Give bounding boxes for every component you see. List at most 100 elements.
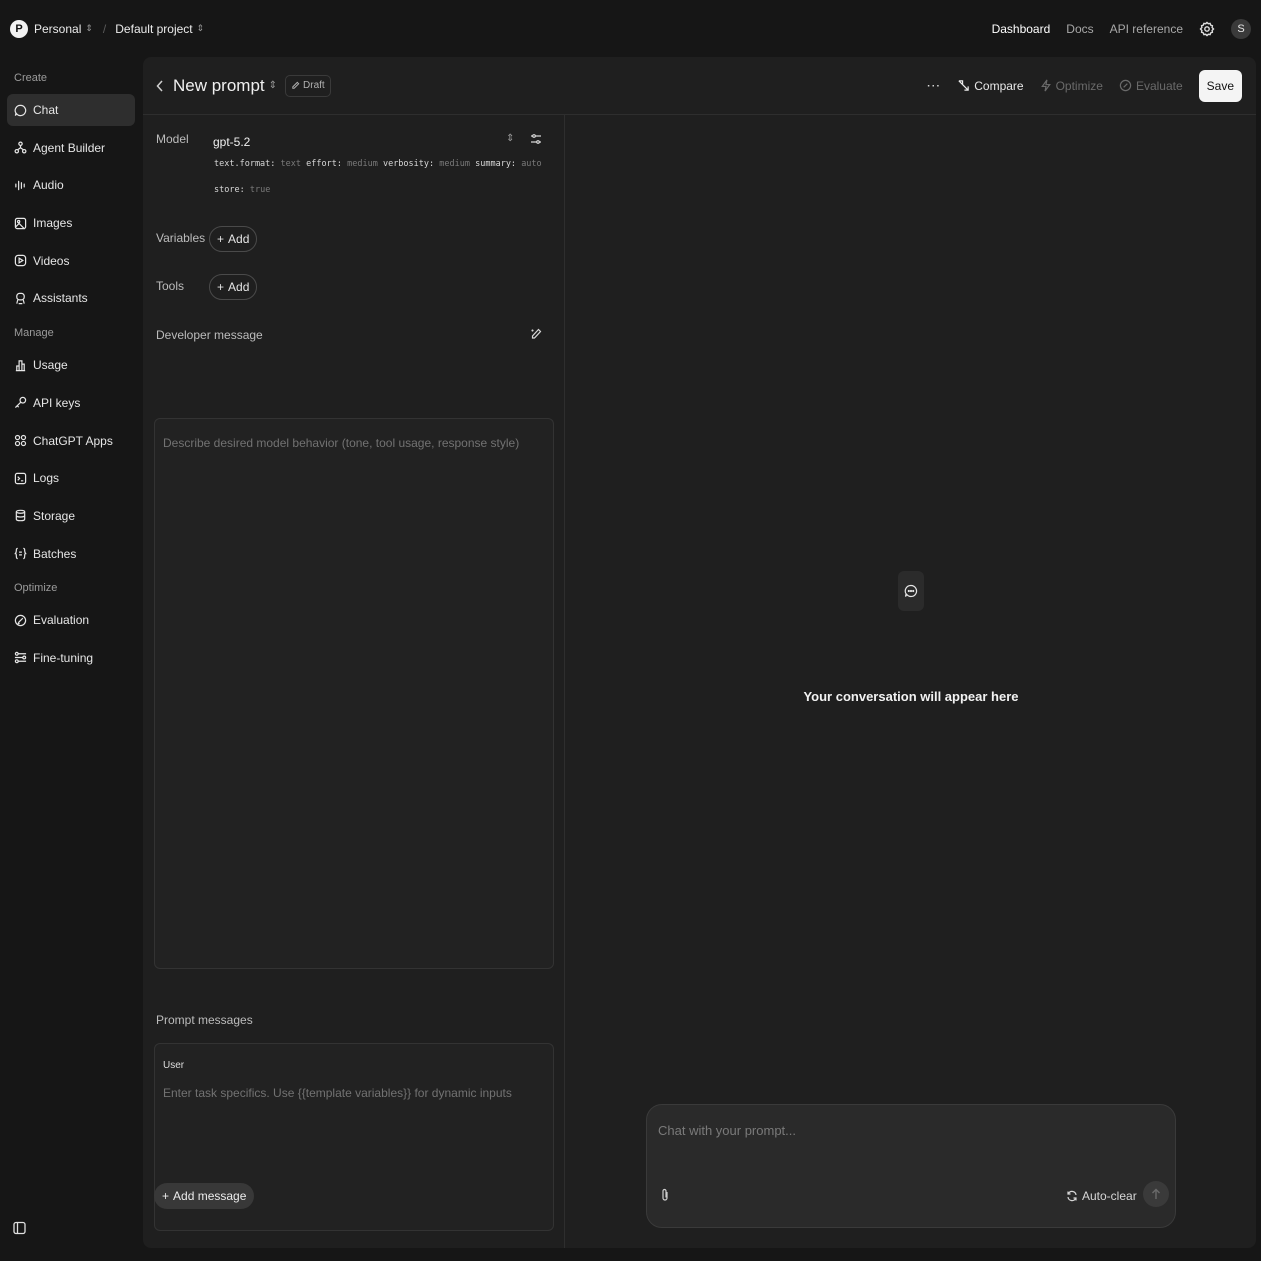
user-avatar[interactable]: S (1231, 18, 1251, 39)
draft-pencil-icon (292, 81, 300, 89)
sidebar-item-label: Assistants (33, 291, 88, 306)
org-name: Personal (34, 21, 82, 36)
org-avatar[interactable]: P (10, 19, 28, 38)
terminal-icon (14, 472, 27, 484)
sidebar-item-usage[interactable]: Usage (7, 349, 135, 381)
sidebar-item-chat[interactable]: Chat (7, 94, 135, 126)
sidebar-item-label: Storage (33, 508, 76, 523)
add-tool-button[interactable]: + Add (209, 274, 258, 300)
add-message-label: Add message (173, 1189, 247, 1203)
more-options-icon[interactable]: ⋯ (926, 77, 941, 94)
prompt-title[interactable]: New prompt (173, 76, 265, 96)
param-key: store: (214, 185, 245, 195)
conversation-bubble-icon (898, 571, 924, 611)
param-value: true (249, 185, 271, 195)
param-value: text (280, 159, 302, 169)
prompt-config-panel: Model gpt-5.2 ⇕ text.format: text effort… (143, 115, 565, 1248)
apps-grid-icon (14, 434, 27, 447)
user-message-placeholder: Enter task specifics. Use {{template var… (163, 1086, 512, 1100)
model-settings-sliders-icon[interactable] (530, 133, 542, 145)
back-chevron-icon[interactable] (155, 79, 165, 93)
send-button[interactable] (1143, 1181, 1169, 1207)
sidebar-item-label: Logs (33, 471, 60, 486)
sidebar-item-label: ChatGPT Apps (33, 433, 113, 448)
optimize-button[interactable]: Optimize (1040, 79, 1103, 93)
param-value: medium (347, 159, 378, 169)
sidebar-item-label: Images (33, 216, 73, 231)
chat-input-box[interactable]: Chat with your prompt... Auto-clear (646, 1104, 1176, 1228)
project-switcher[interactable]: Default project ⇕ (115, 22, 204, 36)
save-button[interactable]: Save (1198, 69, 1242, 102)
compare-label: Compare (974, 78, 1024, 93)
sidebar-item-videos[interactable]: Videos (7, 245, 135, 277)
chevron-updown-icon: ⇕ (85, 23, 93, 33)
chevron-updown-icon: ⇕ (196, 23, 205, 33)
chat-bubble-icon (14, 104, 27, 116)
sidebar-item-label: Usage (33, 358, 68, 373)
image-icon (14, 217, 27, 230)
chat-input-placeholder: Chat with your prompt... (658, 1123, 796, 1138)
sidebar-section-create: Create (14, 72, 48, 84)
auto-clear-label: Auto-clear (1082, 1189, 1137, 1203)
docs-link[interactable]: Docs (1066, 22, 1093, 36)
sidebar-item-chatgpt-apps[interactable]: ChatGPT Apps (7, 425, 135, 457)
key-icon (14, 397, 27, 409)
usage-chart-icon (15, 359, 26, 371)
fine-tuning-icon (14, 652, 27, 664)
play-icon (14, 255, 27, 267)
model-chevron-updown-icon[interactable]: ⇕ (506, 133, 514, 144)
add-variable-button[interactable]: + Add (209, 226, 258, 252)
org-switcher[interactable]: Personal ⇕ (34, 22, 93, 36)
sidebar-item-label: Fine-tuning (33, 650, 94, 665)
top-bar: P Personal ⇕ / Default project ⇕ Dashboa… (0, 0, 1261, 57)
developer-message-input[interactable]: Describe desired model behavior (tone, t… (154, 418, 554, 969)
param-key: text.format: (214, 159, 276, 169)
assistant-icon (16, 292, 25, 305)
compare-button[interactable]: Compare (957, 78, 1024, 93)
arrow-up-icon (1152, 1188, 1160, 1199)
sidebar-item-logs[interactable]: Logs (7, 462, 135, 494)
audio-wave-icon (15, 180, 25, 191)
sidebar-item-label: API keys (33, 395, 81, 410)
sidebar-item-images[interactable]: Images (7, 207, 135, 239)
draft-badge-label: Draft (303, 80, 325, 91)
evaluate-button[interactable]: Evaluate (1119, 79, 1183, 93)
param-value: auto (521, 159, 542, 169)
plus-icon: + (162, 1189, 170, 1203)
model-name[interactable]: gpt-5.2 (213, 135, 250, 149)
param-key: effort: (306, 159, 342, 169)
prompt-header: New prompt ⇕ Draft ⋯ Compare Optimize Ev… (143, 57, 1256, 115)
dashboard-link[interactable]: Dashboard (992, 22, 1051, 36)
sidebar-item-audio[interactable]: Audio (7, 169, 135, 201)
main-panel: New prompt ⇕ Draft ⋯ Compare Optimize Ev… (143, 57, 1256, 1248)
evaluation-icon (14, 614, 27, 626)
sidebar-item-fine-tuning[interactable]: Fine-tuning (7, 642, 135, 674)
tools-label: Tools (156, 279, 185, 293)
sidebar-item-evaluation[interactable]: Evaluation (7, 604, 135, 636)
attach-paperclip-icon[interactable] (660, 1188, 670, 1202)
draft-badge: Draft (285, 74, 331, 97)
braces-icon (14, 547, 27, 560)
sidebar-item-label: Chat (33, 103, 59, 117)
project-name: Default project (115, 21, 193, 36)
sidebar-item-assistants[interactable]: Assistants (7, 282, 135, 314)
settings-gear-icon[interactable] (1199, 21, 1215, 37)
empty-conversation-text: Your conversation will appear here (803, 689, 1019, 704)
developer-message-label: Developer message (156, 328, 263, 342)
sidebar-item-api-keys[interactable]: API keys (7, 387, 135, 419)
api-reference-link[interactable]: API reference (1110, 22, 1183, 36)
sidebar-item-label: Agent Builder (33, 140, 106, 155)
collapse-sidebar-icon[interactable] (13, 1221, 26, 1235)
evaluate-icon (1119, 79, 1132, 92)
sidebar-item-storage[interactable]: Storage (7, 500, 135, 532)
sidebar-item-batches[interactable]: Batches (7, 538, 135, 570)
magic-edit-icon[interactable] (530, 328, 542, 341)
auto-clear-toggle[interactable]: Auto-clear (1066, 1189, 1137, 1203)
sidebar-section-manage: Manage (14, 327, 54, 340)
chevron-updown-icon[interactable]: ⇕ (269, 80, 277, 91)
add-message-button[interactable]: + Add message (154, 1183, 255, 1209)
sidebar-section-optimize: Optimize (14, 582, 58, 595)
sidebar-item-label: Evaluation (33, 613, 90, 628)
sidebar-item-agent-builder[interactable]: Agent Builder (7, 132, 135, 164)
sidebar-item-label: Batches (33, 546, 77, 561)
